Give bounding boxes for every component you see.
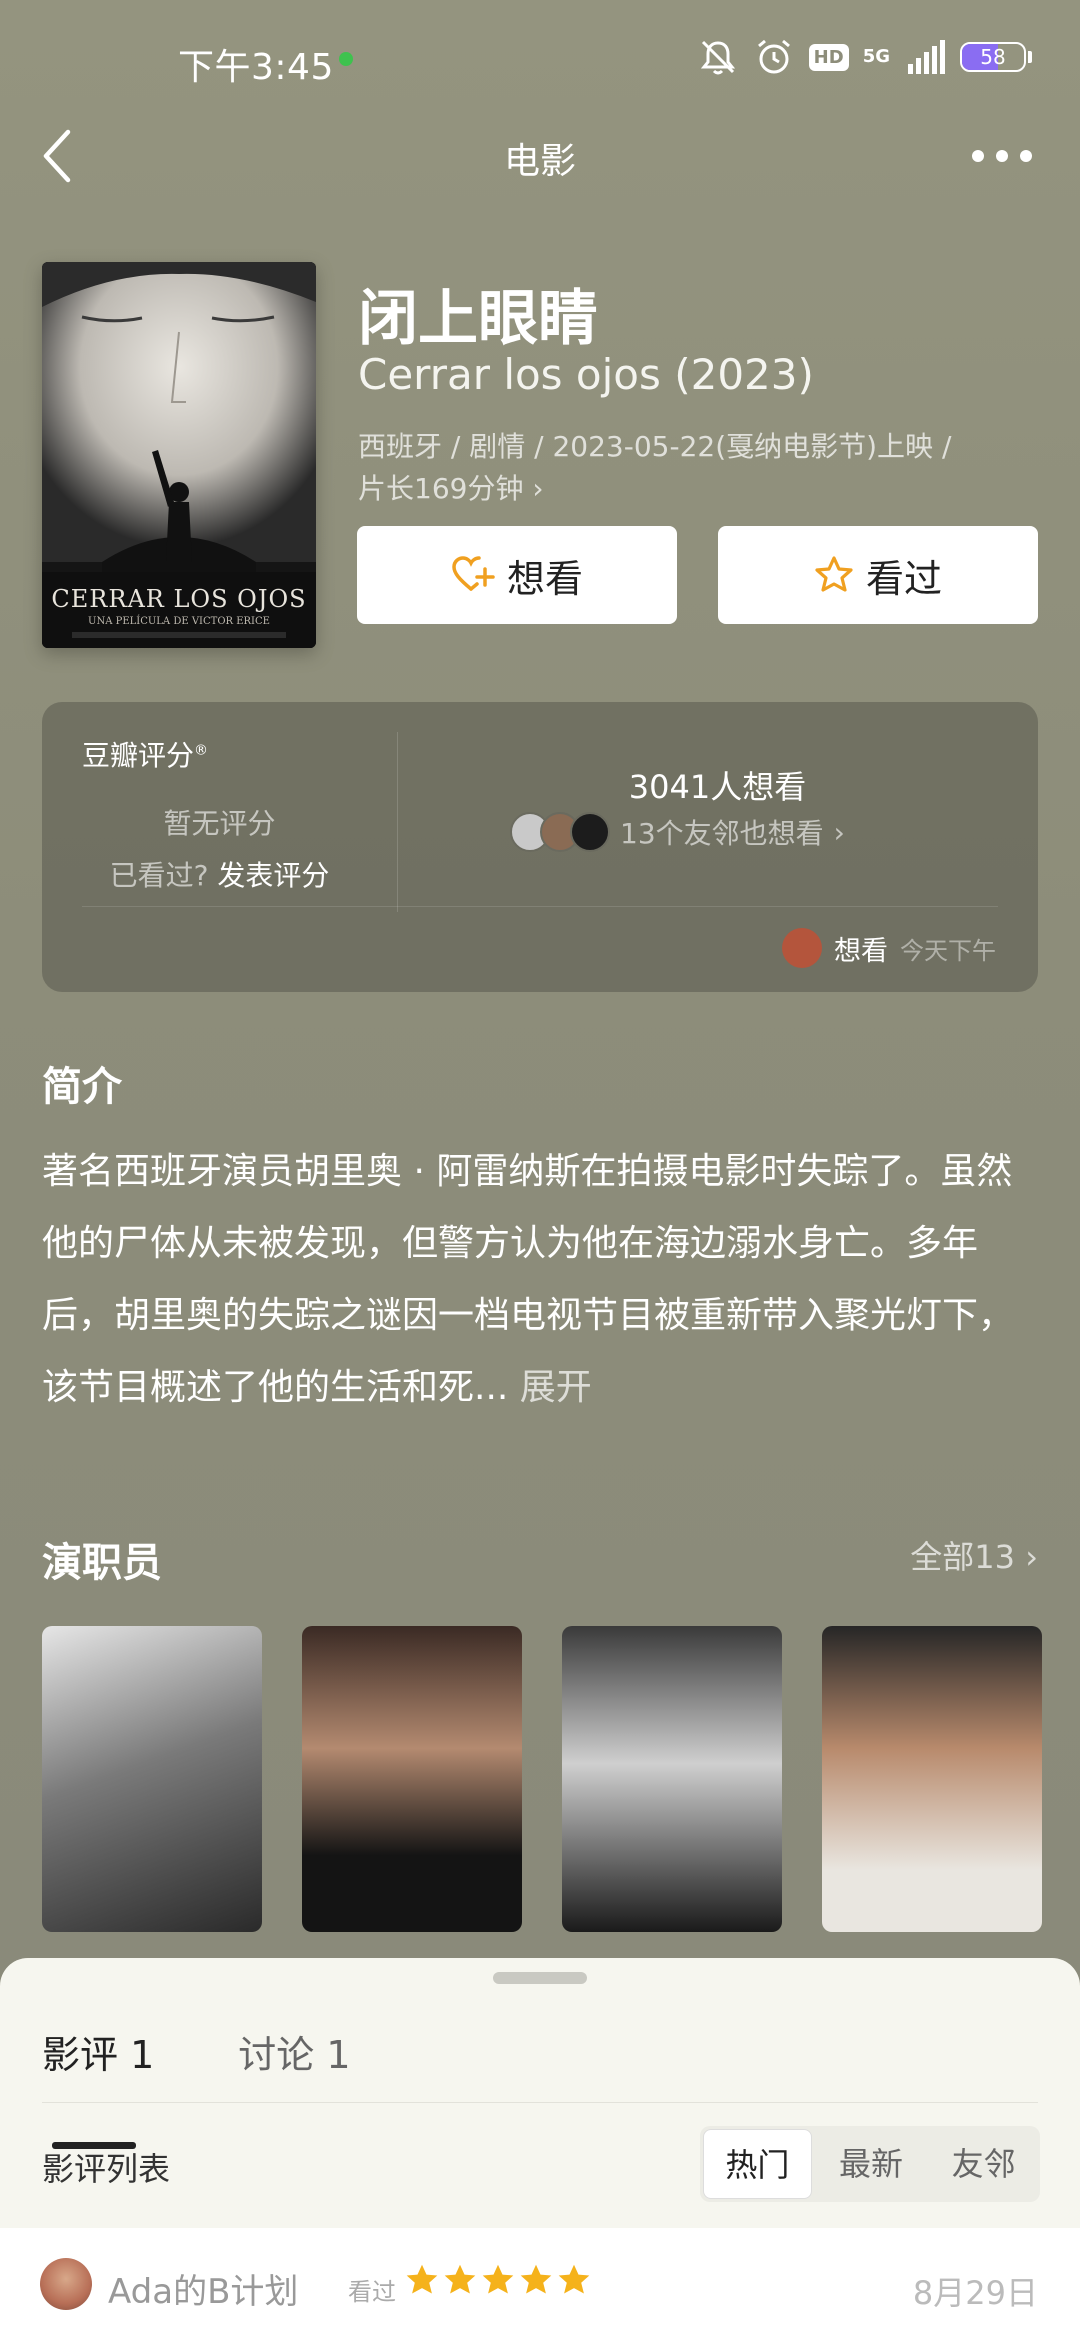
review-item[interactable]: Ada的B计划 看过 8月29日	[0, 2228, 1080, 2340]
cast-list: 维克多·艾里斯 何塞·科罗纳多 安娜·托伦特 玛丽亚·莱昂	[42, 1626, 1042, 1996]
divider	[82, 906, 998, 907]
review-tag: 看过	[348, 2278, 396, 2306]
intro-title: 简介	[42, 1064, 122, 1110]
my-status-time: 今天下午	[900, 936, 996, 965]
movie-title-en: Cerrar los ojos (2023)	[358, 350, 814, 399]
cast-photo	[822, 1626, 1042, 1932]
cast-photo	[562, 1626, 782, 1932]
movie-title-cn: 闭上眼睛	[358, 284, 598, 354]
alarm-icon	[757, 39, 790, 74]
avatar	[40, 2258, 92, 2310]
no-rating-text: 暂无评分	[163, 807, 276, 840]
review-stars	[404, 2262, 592, 2298]
review-date: 8月29日	[912, 2274, 1038, 2312]
top-nav: 电影	[0, 110, 1080, 202]
movie-poster[interactable]: CERRAR LOS OJOS UNA PELÍCULA DE VICTOR E…	[42, 262, 316, 648]
star-icon	[406, 2264, 438, 2294]
divider	[42, 2102, 1038, 2103]
chevron-right-icon: ›	[833, 815, 845, 849]
network-type: 5G	[862, 46, 890, 67]
sort-latest[interactable]: 最新	[818, 2129, 925, 2199]
heart-plus-icon	[452, 556, 495, 591]
sheet-drag-handle[interactable]	[493, 1972, 587, 1984]
my-status-state: 想看	[834, 935, 888, 967]
seen-button[interactable]: 看过	[718, 526, 1038, 624]
star-icon	[815, 556, 853, 592]
chevron-right-icon: ›	[532, 472, 544, 505]
battery-level: 58	[980, 45, 1006, 69]
sort-friends[interactable]: 友邻	[930, 2129, 1037, 2199]
status-icons: HD 5G 58	[697, 36, 1032, 78]
want-label: 想看	[506, 556, 583, 601]
svg-text:UNA PELÍCULA DE VICTOR ERICE: UNA PELÍCULA DE VICTOR ERICE	[88, 615, 270, 627]
want-count: 3041人想看	[628, 768, 807, 806]
cast-photo	[42, 1626, 262, 1932]
rating-card: 豆瓣评分® 暂无评分 已看过? 发表评分 3041人想看 13个友邻也想看 › …	[42, 702, 1038, 992]
status-bar: 下午3:45 HD 5G 58	[0, 0, 1080, 120]
friends-want[interactable]: 13个友邻也想看 ›	[510, 812, 845, 852]
divider	[397, 732, 398, 912]
cast-member[interactable]: 玛丽亚·莱昂	[822, 1626, 1042, 1996]
status-time: 下午3:45	[178, 47, 334, 88]
review-list-label: 影评列表	[42, 2150, 171, 2188]
sheet-tabs: 影评 1 讨论 1	[42, 2024, 351, 2079]
cast-all-link[interactable]: 全部13 ›	[910, 1532, 1038, 1578]
seen-label: 看过	[865, 556, 942, 601]
sort-segmented-control: 热门 最新 友邻	[700, 2126, 1040, 2202]
rate-link[interactable]: 发表评分	[217, 859, 329, 892]
signal-icon	[908, 40, 945, 74]
avatar	[570, 812, 610, 852]
star-icon	[482, 2264, 514, 2294]
reviews-sheet: 影评 1 讨论 1 影评列表 热门 最新 友邻 Ada的B计划 看过 8月29日	[0, 1958, 1080, 2340]
cast-member[interactable]: 安娜·托伦特	[562, 1626, 782, 1996]
sort-hot[interactable]: 热门	[703, 2129, 812, 2199]
meta-line-1: 西班牙 / 剧情 / 2023-05-22(戛纳电影节)上映 /	[358, 430, 952, 463]
meta-line-2: 片长169分钟 ›	[358, 472, 544, 505]
want-button[interactable]: 想看	[357, 526, 677, 624]
battery-indicator: 58	[960, 42, 1032, 72]
avatar	[782, 928, 822, 968]
hd-badge: HD	[808, 43, 849, 71]
my-status[interactable]: 想看 今天下午	[782, 928, 996, 968]
location-dot-icon	[339, 52, 353, 66]
review-author[interactable]: Ada的B计划	[108, 2264, 298, 2313]
star-icon	[558, 2264, 590, 2294]
page-title: 电影	[503, 141, 576, 182]
rate-prompt[interactable]: 已看过? 发表评分	[42, 854, 397, 894]
tab-reviews[interactable]: 影评 1	[42, 2024, 154, 2079]
star-icon	[520, 2264, 552, 2294]
cast-photo	[302, 1626, 522, 1932]
cast-member[interactable]: 何塞·科罗纳多	[302, 1626, 522, 1996]
movie-meta[interactable]: 西班牙 / 剧情 / 2023-05-22(戛纳电影节)上映 / 片长169分钟…	[358, 426, 1038, 510]
star-icon	[444, 2264, 476, 2294]
mute-icon	[700, 40, 735, 75]
active-tab-indicator	[52, 2142, 136, 2149]
chevron-right-icon: ›	[1025, 1538, 1038, 1576]
cast-member[interactable]: 维克多·艾里斯	[42, 1626, 262, 1996]
more-icon[interactable]	[972, 150, 1032, 162]
svg-text:CERRAR LOS OJOS: CERRAR LOS OJOS	[51, 585, 306, 613]
rating-brand: 豆瓣评分®	[82, 739, 209, 772]
intro-text[interactable]: 著名西班牙演员胡里奥 · 阿雷纳斯在拍摄电影时失踪了。虽然他的尸体从未被发现，但…	[42, 1136, 1038, 1424]
friend-avatars	[510, 812, 610, 852]
cast-title: 演职员	[42, 1540, 162, 1586]
tab-discussions[interactable]: 讨论 1	[238, 2024, 350, 2079]
expand-link[interactable]: 展开	[520, 1367, 592, 1408]
